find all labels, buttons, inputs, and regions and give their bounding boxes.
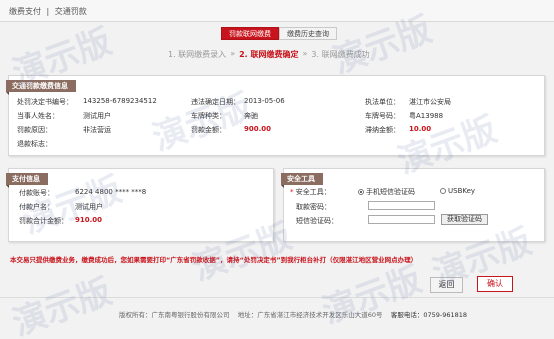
payer-account-label: 付款账号： <box>19 189 54 197</box>
notice-text: 本交易只提供缴费业务，缴费成功后，您如果需要打印“广东省罚款收据”，请持“处罚决… <box>10 256 418 264</box>
breadcrumb-payment[interactable]: 缴费支付 <box>9 7 41 16</box>
payer-name-label: 付款户名： <box>19 203 54 211</box>
withdraw-password-input[interactable] <box>368 201 435 210</box>
tab-bar: 罚款联网缴费 缴费历史查询 <box>221 27 337 40</box>
sms-code-label: 短信验证码： <box>296 217 338 225</box>
tab-online-fine-payment[interactable]: 罚款联网缴费 <box>221 27 279 40</box>
required-star-icon: * <box>290 188 294 196</box>
footer-hotline-label: 客服电话： <box>390 311 424 319</box>
radio-sms-label: 手机短信验证码 <box>366 188 415 196</box>
reason-label: 罚款原因： <box>17 126 52 134</box>
vehicle-type-value: 奔驰 <box>244 112 258 120</box>
security-tool-label-text: 安全工具： <box>295 188 331 196</box>
step-arrow-icon: » <box>230 49 236 58</box>
unit-label: 执法单位： <box>365 98 400 106</box>
breadcrumb: 缴费支付 | 交通罚款 <box>9 6 90 17</box>
vehicle-type-label: 车牌种类： <box>191 112 226 120</box>
doc-no-value: 143258-6789234512 <box>83 97 157 105</box>
payer-name-value: 测试用户 <box>75 203 103 211</box>
party-label: 当事人姓名： <box>17 112 59 120</box>
radio-usbkey-option[interactable]: USBKey <box>440 187 475 195</box>
fine-amount-label: 罚款金额： <box>191 126 226 134</box>
breadcrumb-separator: | <box>46 7 50 16</box>
payer-account-value: 6224 4800 **** ***8 <box>75 188 147 196</box>
security-tool-label: * 安全工具： <box>290 187 331 197</box>
fine-info-title: 交通罚款缴费信息 <box>6 80 76 95</box>
party-value: 测试用户 <box>83 112 111 120</box>
footer-text: 版权所有：广东南粤银行股份有限公司 地址：广东省湛江市经济技术开发区乐山大道60… <box>119 309 467 319</box>
confirm-button[interactable]: 确认 <box>477 276 513 292</box>
payment-info-title: 支付信息 <box>6 173 48 188</box>
radio-usbkey-label: USBKey <box>448 187 476 195</box>
step-2-current: 2. 联网缴费确定 <box>239 50 299 59</box>
late-fee-value: 10.00 <box>409 125 432 133</box>
late-fee-label: 滞纳金额： <box>365 126 400 134</box>
payment-info-panel: 支付信息 付款账号： 6224 4800 **** ***8 付款户名： 测试用… <box>6 168 274 242</box>
date-label: 违法确定日期： <box>191 98 240 106</box>
sms-code-input[interactable] <box>368 215 435 224</box>
step-indicator: 1. 联网缴费录入 » 2. 联网缴费确定 » 3. 联网缴费成功 <box>168 49 370 60</box>
footer: 版权所有：广东南粤银行股份有限公司 地址：广东省湛江市经济技术开发区乐山大道60… <box>0 297 554 339</box>
total-amount-value: 910.00 <box>75 216 103 224</box>
step-arrow-icon: » <box>302 49 308 58</box>
plate-label: 车牌号码： <box>365 112 400 120</box>
total-amount-label: 罚款合计金额： <box>19 217 68 225</box>
doc-no-label: 处罚决定书编号： <box>17 98 73 106</box>
unit-value: 湛江市公安局 <box>409 98 451 106</box>
get-code-button[interactable]: 获取验证码 <box>441 214 488 225</box>
footer-copyright: 版权所有：广东南粤银行股份有限公司 <box>119 311 230 319</box>
footer-address: 地址：广东省湛江市经济技术开发区乐山大道60号 <box>237 311 383 319</box>
step-3: 3. 联网缴费成功 <box>311 50 370 59</box>
fine-info-panel: 交通罚款缴费信息 处罚决定书编号： 143258-6789234512 违法确定… <box>6 75 545 156</box>
refund-flag-label: 退款标志： <box>17 140 52 148</box>
step-1: 1. 联网缴费录入 <box>168 50 227 59</box>
withdraw-password-label: 取款密码： <box>296 203 331 211</box>
radio-unselected-icon[interactable] <box>440 188 446 194</box>
footer-hotline: 0759-961818 <box>423 311 468 319</box>
plate-value: 粤A13988 <box>409 112 444 120</box>
security-tool-title: 安全工具 <box>281 173 323 188</box>
back-button[interactable]: 返回 <box>430 277 463 293</box>
radio-sms-option[interactable]: 手机短信验证码 <box>358 187 415 197</box>
radio-selected-icon[interactable] <box>358 189 364 195</box>
fine-amount-value: 900.00 <box>244 125 272 133</box>
security-tool-panel: 安全工具 * 安全工具： 手机短信验证码 USBKey 取款密码： 短信验证码：… <box>281 168 545 242</box>
breadcrumb-traffic-fine[interactable]: 交通罚款 <box>55 7 87 16</box>
top-bar: 缴费支付 | 交通罚款 <box>0 0 554 22</box>
date-value: 2013-05-06 <box>244 97 285 105</box>
tab-payment-history[interactable]: 缴费历史查询 <box>279 27 337 40</box>
reason-value: 非法营运 <box>83 126 111 134</box>
